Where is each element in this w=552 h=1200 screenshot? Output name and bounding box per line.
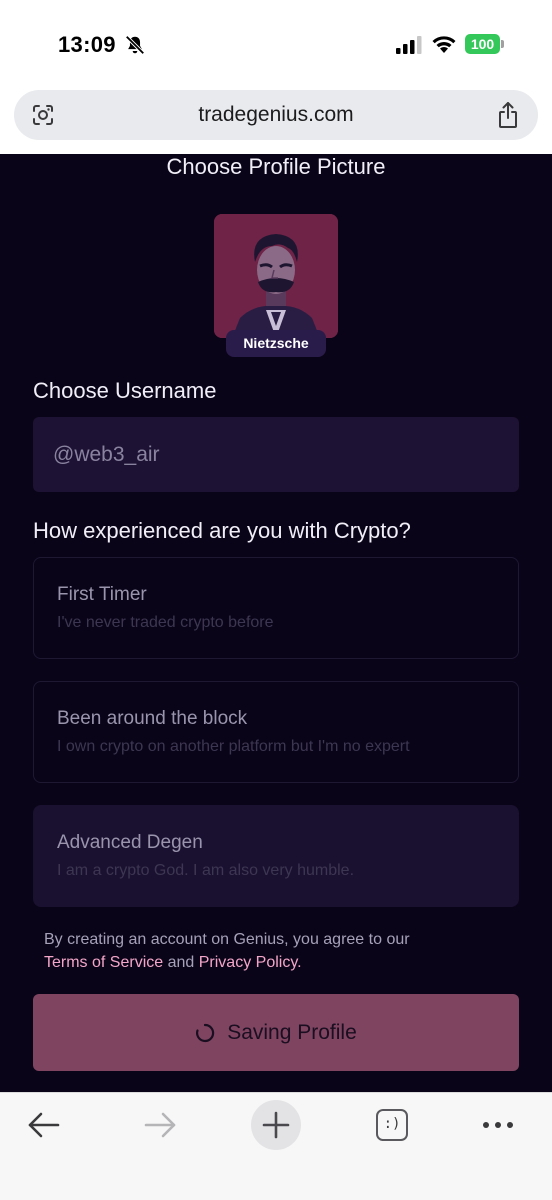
username-input[interactable] [33,417,519,492]
option-subtitle: I've never traded crypto before [57,614,274,631]
plus-icon [262,1111,290,1139]
avatar-name-tag: Nietzsche [226,330,326,357]
profile-picture-heading: Choose Profile Picture [166,154,386,179]
url-text[interactable]: tradegenius.com [14,103,538,127]
browser-toolbar: :) [0,1092,552,1200]
experience-label: How experienced are you with Crypto? [33,518,411,543]
avatar-portrait-image [214,214,338,338]
address-bar[interactable]: tradegenius.com [14,90,538,140]
option-subtitle: I own crypto on another platform but I'm… [57,738,410,755]
terms-text: By creating an account on Genius, you ag… [44,928,504,974]
battery-tip [501,40,504,48]
saving-profile-button[interactable]: Saving Profile [33,994,519,1071]
username-label: Choose Username [33,378,217,403]
profile-setup-page: Choose Profile Picture Nietzsche Choose … [0,154,552,1092]
more-icon[interactable] [480,1103,516,1147]
terms-and: and [167,954,195,971]
signal-icon [396,36,422,54]
option-title: Been around the block [57,708,248,729]
spinner-icon [196,1023,215,1042]
terms-prefix: By creating an account on Genius, you ag… [44,931,410,948]
option-title: Advanced Degen [57,832,203,853]
terms-of-service-link[interactable]: Terms of Service [44,954,163,971]
option-been-around-the-block[interactable]: Been around the block I own crypto on an… [33,681,519,783]
battery-level: 100 [465,34,500,54]
bell-slash-icon [125,35,145,55]
battery-icon: 100 [465,34,504,54]
save-button-content: Saving Profile [33,994,519,1071]
share-icon[interactable] [496,101,520,129]
status-time: 13:09 [58,32,116,57]
wifi-icon [432,36,456,53]
back-arrow-icon[interactable] [26,1103,62,1147]
forward-arrow-icon[interactable] [142,1103,178,1147]
avatar[interactable] [214,214,338,338]
privacy-policy-link[interactable]: Privacy Policy. [199,954,302,971]
status-bar: 13:09 100 [0,0,552,86]
option-advanced-degen[interactable]: Advanced Degen I am a crypto God. I am a… [33,805,519,907]
new-tab-button[interactable] [251,1100,301,1150]
option-subtitle: I am a crypto God. I am also very humble… [57,862,355,879]
save-button-label: Saving Profile [227,1020,357,1044]
option-first-timer[interactable]: First Timer I've never traded crypto bef… [33,557,519,659]
tabs-icon[interactable]: :) [376,1109,408,1141]
option-title: First Timer [57,584,147,605]
